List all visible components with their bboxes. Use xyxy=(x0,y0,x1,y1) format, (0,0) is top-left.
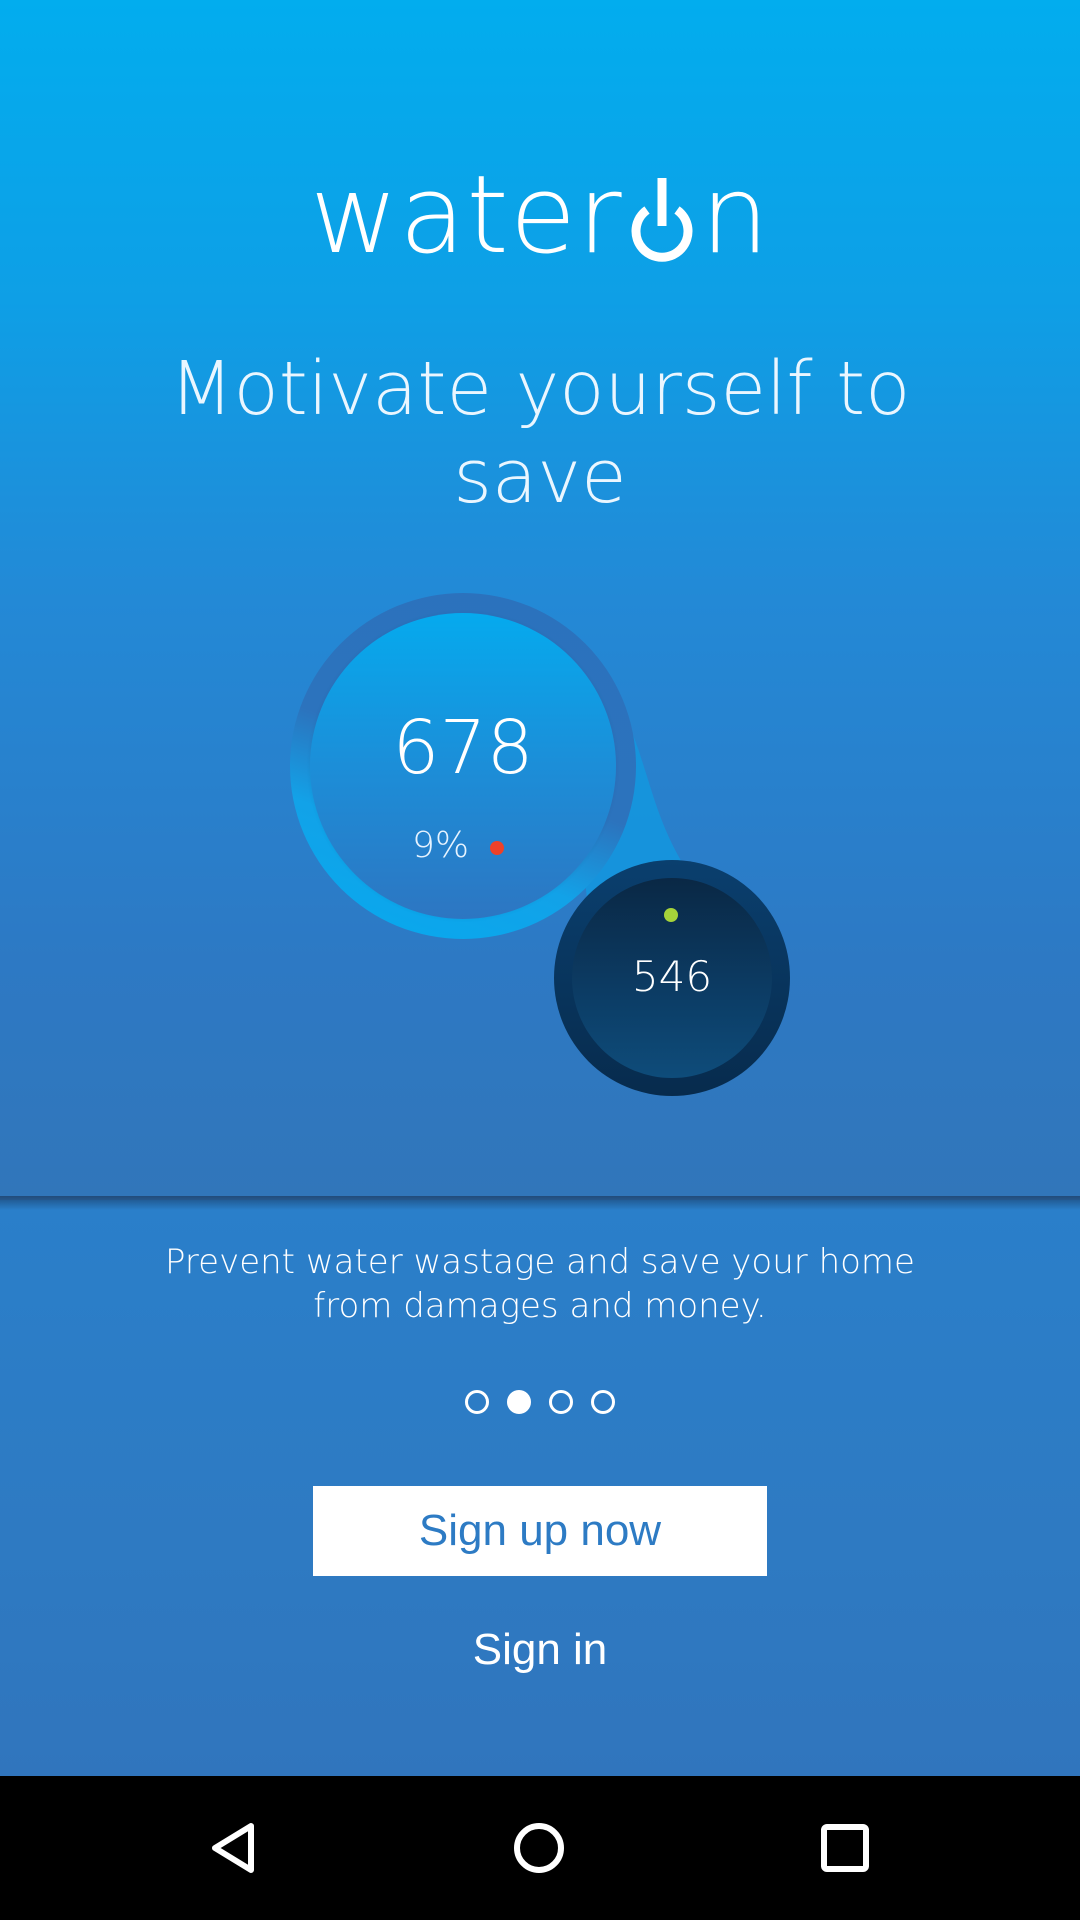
recent-apps-square-icon xyxy=(821,1824,869,1872)
secondary-indicator-dot xyxy=(664,908,678,922)
back-triangle-icon xyxy=(212,1823,254,1873)
primary-gauge-percent: 9% xyxy=(412,825,470,866)
onboarding-screen: water n Motivate yourself to save 678 9%… xyxy=(0,0,1080,1776)
sign-in-link[interactable]: Sign in xyxy=(0,1625,1080,1675)
page-headline: Motivate yourself to save xyxy=(169,346,911,520)
sign-up-button[interactable]: Sign up now xyxy=(313,1486,767,1576)
hero-divider xyxy=(0,1196,1080,1210)
usage-gauges: 678 9% 546 xyxy=(280,585,800,1105)
home-circle-icon xyxy=(514,1823,564,1873)
power-icon xyxy=(625,170,699,270)
back-button[interactable] xyxy=(155,1776,315,1920)
page-dot-4[interactable] xyxy=(591,1390,615,1414)
primary-gauge-value: 678 xyxy=(392,705,534,791)
logo-text-end: n xyxy=(700,153,771,278)
system-nav-bar xyxy=(0,1776,1080,1920)
onboarding-description: Prevent water wastage and save your home… xyxy=(165,1242,915,1326)
page-dot-1[interactable] xyxy=(465,1390,489,1414)
logo-text-start: water xyxy=(309,153,623,278)
page-dot-3[interactable] xyxy=(549,1390,573,1414)
page-indicator xyxy=(0,1390,1080,1420)
page-dot-2[interactable] xyxy=(507,1390,531,1414)
recent-apps-button[interactable] xyxy=(765,1776,925,1920)
home-button[interactable] xyxy=(459,1776,619,1920)
primary-indicator-dot xyxy=(490,841,504,855)
secondary-gauge-value: 546 xyxy=(631,952,713,1001)
app-logo: water n xyxy=(0,150,1080,270)
